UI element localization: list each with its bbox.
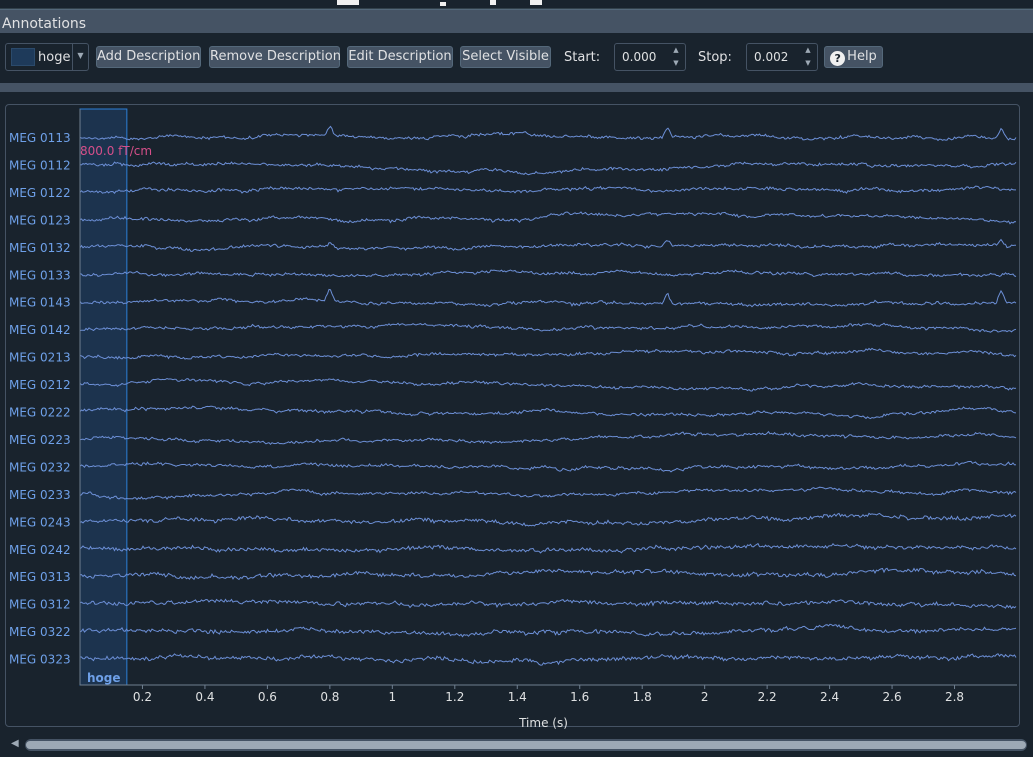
channel-trace [79,211,1017,225]
channel-trace [79,567,1017,581]
x-tick-label: 2.8 [945,690,964,704]
plot-canvas: hoge MEG 0113 MEG 0112 MEG 0122 MEG 0123 MEG … [9,108,1017,730]
x-tick-label: 0.2 [133,690,152,704]
channel-trace [79,185,1016,194]
channel-trace [79,486,1017,501]
app-window: { "dock": { "title": "Annotations" }, "t… [0,0,1033,757]
annotation-region[interactable] [79,108,128,686]
x-tick-label: 1.6 [570,690,589,704]
x-tick-label: 1.8 [633,690,652,704]
vertical-scrollbar[interactable] [1022,104,1031,727]
scroll-left-icon[interactable]: ◀ [11,738,19,749]
channel-label[interactable]: MEG 0232 [9,460,71,474]
channel-trace [79,238,1016,253]
channel-label[interactable]: MEG 0323 [9,653,71,667]
channel-trace [79,542,1017,554]
channel-trace [79,623,1017,638]
channel-trace [79,322,1017,333]
x-tick-label: 2 [701,690,709,704]
channel-label[interactable]: MEG 0312 [9,598,71,612]
channel-label[interactable]: MEG 0143 [9,296,71,310]
channel-trace [79,598,1017,610]
x-tick-label: 2.4 [820,690,839,704]
x-tick-label: 0.8 [320,690,339,704]
channel-trace [79,512,1017,527]
channel-trace [79,288,1017,308]
x-tick-label: 1 [389,690,397,704]
scroll-track[interactable] [25,739,1027,751]
x-tick-label: 0.6 [258,690,277,704]
channel-label[interactable]: MEG 0233 [9,488,71,502]
channel-label[interactable]: MEG 0123 [9,213,71,227]
scroll-thumb[interactable] [26,741,1026,749]
channel-label[interactable]: MEG 0222 [9,406,71,420]
x-tick-label: 2.6 [883,690,902,704]
channel-label[interactable]: MEG 0142 [9,323,71,337]
x-tick-label: 1.4 [508,690,527,704]
channel-label[interactable]: MEG 0122 [9,186,71,200]
channel-label[interactable]: MEG 0313 [9,570,71,584]
channel-trace [79,460,1017,473]
x-axis-label: Time (s) [518,716,568,730]
horizontal-scrollbar[interactable]: ◀ [0,735,1033,757]
annotation-label: hoge [87,671,121,685]
channel-label[interactable]: MEG 0223 [9,433,71,447]
channel-label[interactable]: MEG 0133 [9,268,71,282]
x-tick-label: 0.4 [195,690,214,704]
channel-label[interactable]: MEG 0113 [9,131,71,145]
channel-label[interactable]: MEG 0243 [9,515,71,529]
channel-trace [79,430,1017,446]
x-tick-label: 1.2 [445,690,464,704]
channel-trace [79,125,1017,142]
channel-label[interactable]: MEG 0112 [9,158,71,172]
channel-trace [79,347,1017,360]
channel-trace [79,161,1017,176]
channel-label[interactable]: MEG 0242 [9,543,71,557]
channel-trace [79,405,1017,420]
scale-bar-label: 800.0 fT/cm [80,144,152,158]
channel-label[interactable]: MEG 0322 [9,625,71,639]
channel-label[interactable]: MEG 0212 [9,378,71,392]
channel-trace [79,377,1017,392]
channel-label[interactable]: MEG 0132 [9,241,71,255]
x-tick-label: 2.2 [758,690,777,704]
channel-trace [79,269,1017,278]
channel-label[interactable]: MEG 0213 [9,351,71,365]
channel-trace [79,653,1017,666]
